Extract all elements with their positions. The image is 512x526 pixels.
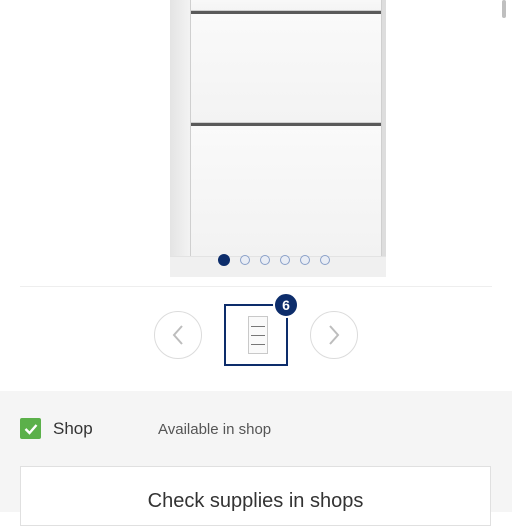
product-main-image[interactable] xyxy=(20,0,492,287)
chevron-right-icon xyxy=(329,325,340,345)
chevron-left-icon xyxy=(172,325,183,345)
page-scrollbar[interactable] xyxy=(502,0,506,18)
thumbnail-count-badge: 6 xyxy=(273,292,299,318)
carousel-dot-1[interactable] xyxy=(218,254,230,266)
cabinet-drawer-bottom xyxy=(190,122,382,258)
carousel-pagination xyxy=(218,253,330,267)
shop-label: Shop xyxy=(53,419,93,438)
carousel-dot-4[interactable] xyxy=(280,255,290,265)
carousel-dot-5[interactable] xyxy=(300,255,310,265)
thumbnail-next-button[interactable] xyxy=(310,311,358,359)
check-supplies-button[interactable]: Check supplies in shops xyxy=(20,466,491,526)
thumbnail-prev-button[interactable] xyxy=(154,311,202,359)
checkmark-icon xyxy=(24,423,37,435)
carousel-dot-2[interactable] xyxy=(240,255,250,265)
cabinet-drawer-middle xyxy=(190,10,382,136)
shop-availability-status: Available in shop xyxy=(158,421,272,438)
cabinet-right-edge xyxy=(382,0,386,262)
carousel-dot-3[interactable] xyxy=(260,255,270,265)
shop-availability-checkbox[interactable] xyxy=(20,418,41,439)
cabinet-side-panel xyxy=(170,0,191,276)
carousel-dot-6[interactable] xyxy=(320,255,330,265)
thumbnail-cabinet-image xyxy=(248,316,268,354)
